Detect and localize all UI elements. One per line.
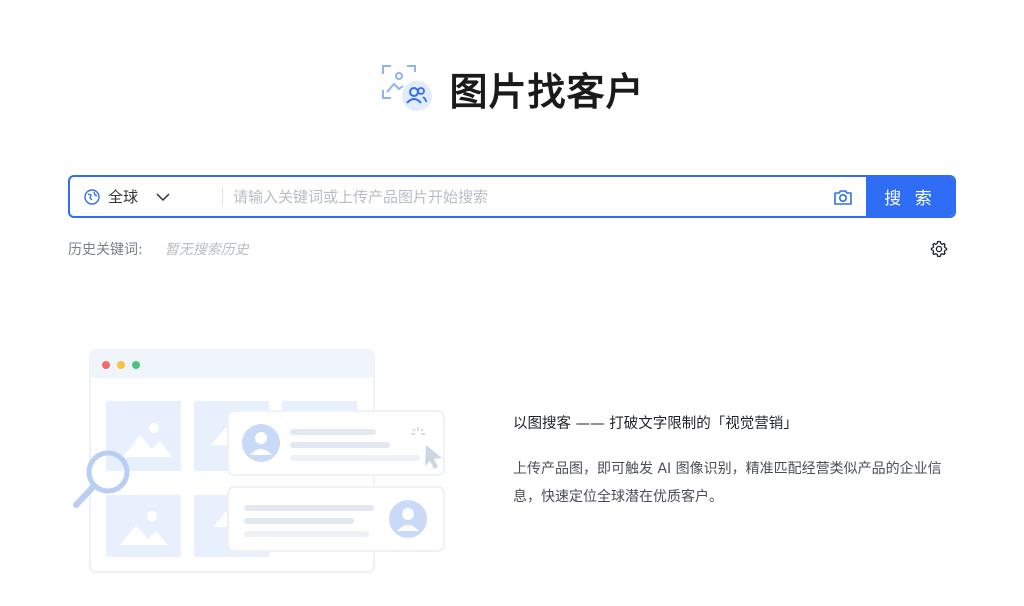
globe-icon [84, 188, 100, 205]
promo-description: 上传产品图，即可触发 AI 图像识别，精准匹配经营类似产品的企业信息，快速定位全… [513, 461, 942, 505]
feature-promo: 以图搜客 —— 打破文字限制的「视觉营销」 上传产品图，即可触发 AI 图像识别… [513, 412, 953, 511]
gear-icon[interactable] [930, 240, 948, 258]
region-select[interactable]: 全球 [70, 177, 222, 216]
image-search-user-icon [379, 60, 437, 116]
history-label: 历史关键词: [68, 242, 143, 258]
history-empty-text: 暂无搜索历史 [164, 242, 249, 258]
search-button[interactable]: 搜 索 [866, 177, 954, 216]
chevron-down-icon [156, 192, 170, 201]
feature-illustration [68, 345, 458, 580]
region-label: 全球 [108, 188, 139, 206]
camera-icon [834, 189, 852, 205]
search-history: 历史关键词: 暂无搜索历史 [68, 239, 956, 259]
search-bar: 全球 搜 索 [68, 175, 956, 218]
image-upload-button[interactable] [820, 177, 866, 216]
page-header: 图片找客户 [0, 58, 1024, 118]
search-input[interactable] [223, 177, 820, 216]
page-title: 图片找客户 [449, 69, 645, 114]
promo-title: 以图搜客 —— 打破文字限制的「视觉营销」 [513, 416, 798, 432]
